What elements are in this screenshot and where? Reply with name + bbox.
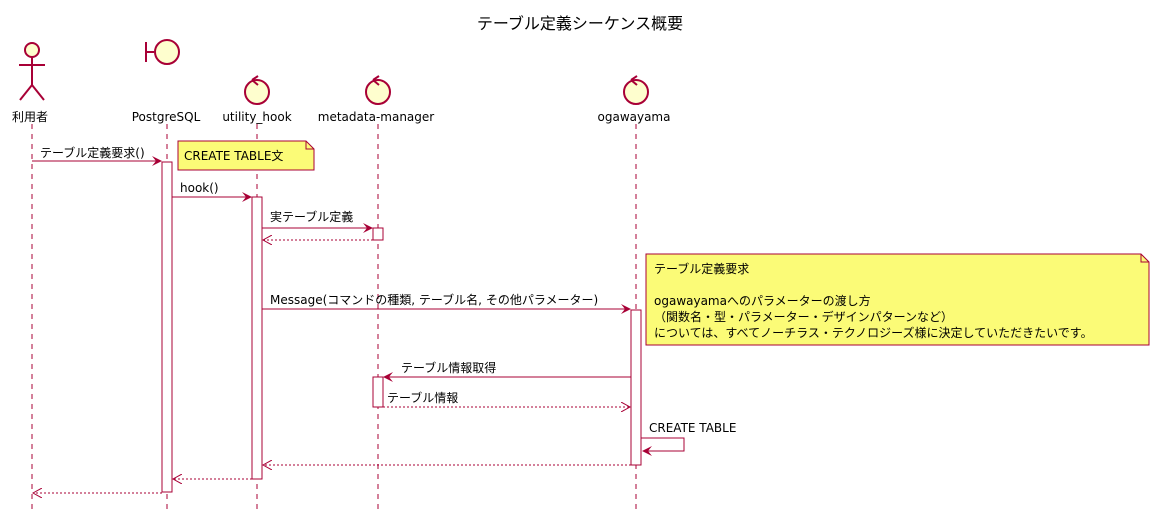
message-to-ogawayama: Message(コマンドの種類, テーブル名, その他パラメーター)	[262, 292, 631, 314]
control-icon	[244, 75, 270, 105]
activation-metadata-manager-1	[372, 227, 384, 241]
message-label: テーブル定義要求()	[40, 145, 145, 160]
activation-metadata-manager-2	[372, 376, 384, 408]
note-line: については、すべてノーチラス・テクノロジーズ様に決定していただきたいです。	[654, 325, 1093, 340]
activations	[161, 161, 642, 493]
message-label: テーブル情報取得	[401, 360, 496, 375]
control-icon	[365, 75, 391, 105]
participant-label-utility-hook: utility_hook	[222, 110, 291, 124]
participant-label-user: 利用者	[12, 110, 48, 124]
actor-icon	[19, 42, 45, 101]
message-label: CREATE TABLE	[649, 421, 736, 435]
participant-user: 利用者	[12, 42, 48, 124]
note-line: （関数名・型・パラメーター・デザインパターンなど）	[654, 309, 953, 324]
participant-label-postgresql: PostgreSQL	[132, 110, 201, 124]
message-table-definition-request: テーブル定義要求()	[32, 145, 162, 166]
control-icon	[623, 75, 649, 105]
participant-label-ogawayama: ogawayama	[598, 110, 671, 124]
note-parameter-request: テーブル定義要求 ogawayamaへのパラメーターの渡し方 （関数名・型・パラ…	[645, 253, 1150, 346]
message-label: テーブル情報	[387, 390, 458, 405]
participant-utility-hook: utility_hook	[222, 75, 292, 124]
participant-postgresql: PostgreSQL	[132, 39, 201, 124]
diagram-title: テーブル定義シーケンス概要	[477, 14, 683, 33]
message-real-table-definition: 実テーブル定義	[262, 209, 373, 233]
activation-postgresql	[161, 161, 173, 493]
activation-ogawayama	[630, 309, 642, 466]
note-create-table: CREATE TABLE文	[177, 140, 315, 171]
message-label: hook()	[180, 181, 219, 195]
sequence-diagram: テーブル定義シーケンス概要 利用者 PostgreSQL utility_hoo…	[0, 0, 1160, 522]
note-text: CREATE TABLE文	[184, 148, 283, 163]
activation-utility-hook	[251, 196, 263, 480]
participant-metadata-manager: metadata-manager	[318, 75, 434, 124]
message-label: 実テーブル定義	[270, 209, 353, 224]
message-get-table-info: テーブル情報取得	[383, 360, 631, 382]
message-label: Message(コマンドの種類, テーブル名, その他パラメーター)	[270, 292, 598, 307]
participant-ogawayama: ogawayama	[598, 75, 671, 124]
lifelines	[31, 124, 637, 510]
note-line: テーブル定義要求	[654, 261, 749, 276]
participant-label-metadata-manager: metadata-manager	[318, 110, 434, 124]
message-hook: hook()	[172, 181, 252, 202]
message-table-info: テーブル情報	[383, 390, 630, 407]
message-create-table: CREATE TABLE	[641, 421, 736, 456]
sequence-diagram-svg: テーブル定義シーケンス概要 利用者 PostgreSQL utility_hoo…	[12, 14, 1150, 510]
note-line: ogawayamaへのパラメーターの渡し方	[654, 293, 871, 308]
boundary-icon	[145, 39, 180, 65]
